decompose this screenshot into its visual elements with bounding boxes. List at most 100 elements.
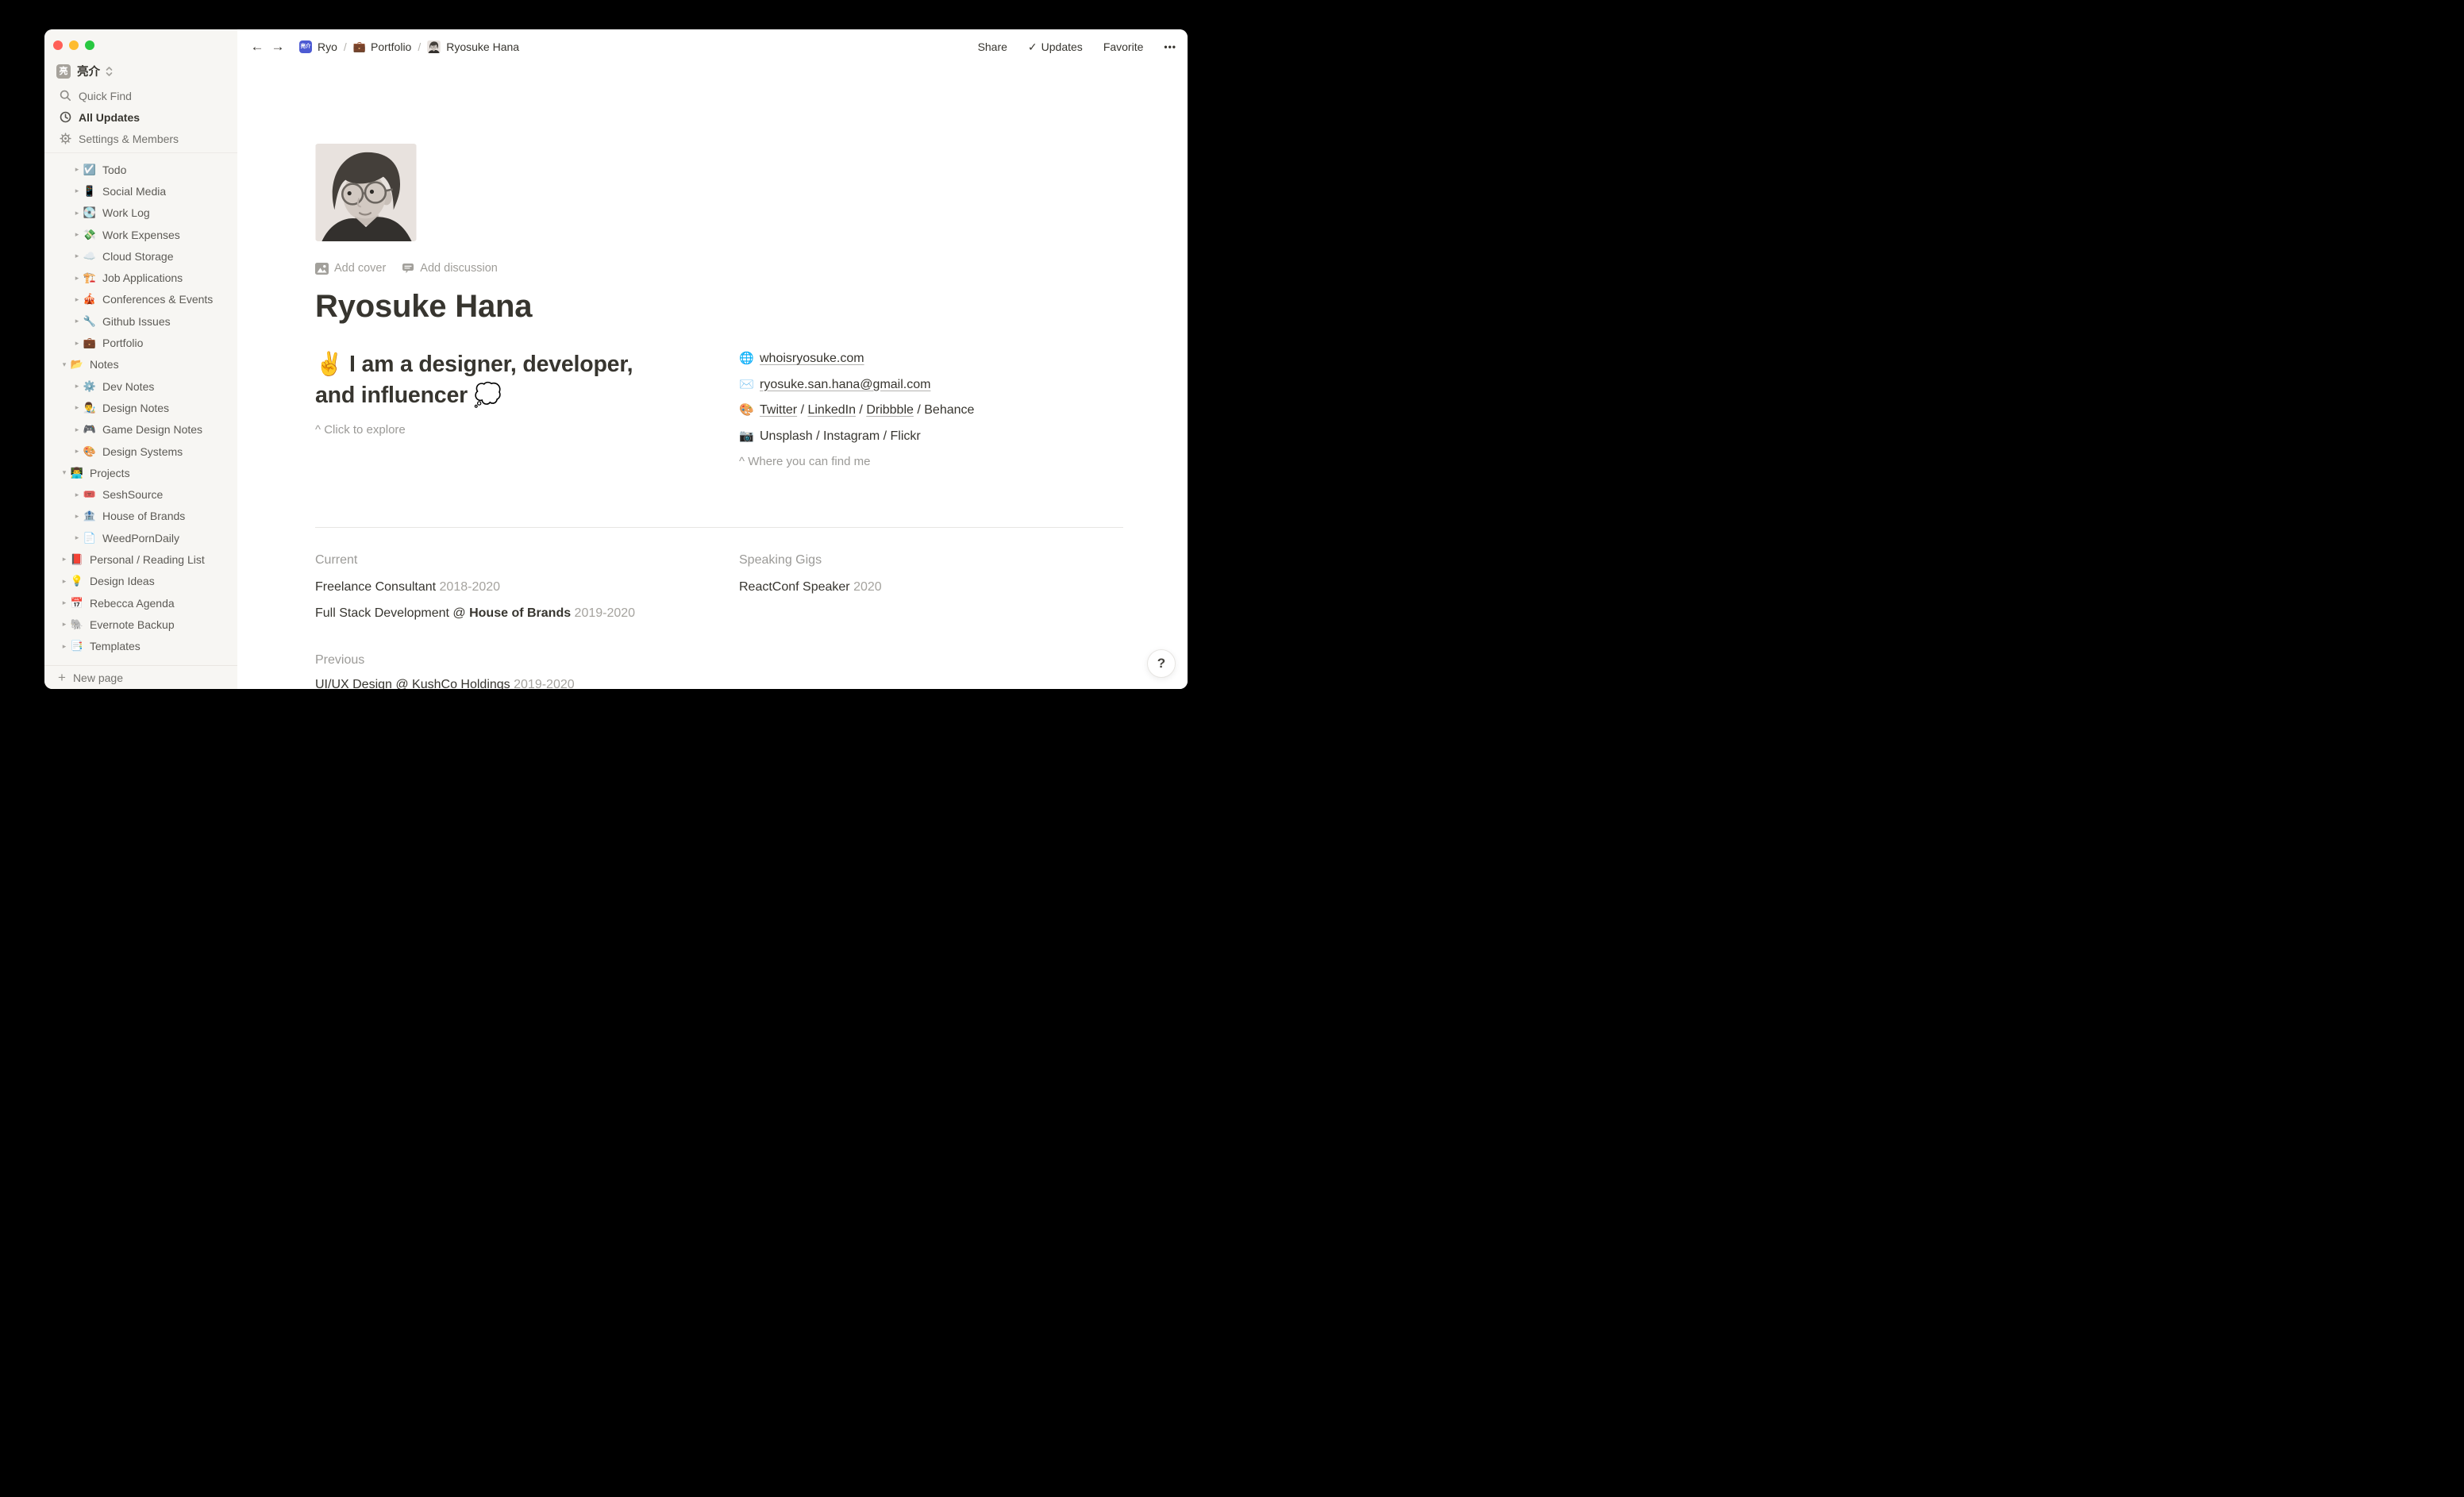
linkedin-link[interactable]: LinkedIn — [807, 404, 856, 417]
sidebar-item-notes[interactable]: ▾📂Notes — [44, 354, 237, 375]
notion-window: 亮 亮介 Quick Find — [44, 29, 1188, 689]
chevron-expanded-icon[interactable]: ▾ — [59, 468, 70, 477]
palette-icon: 🎨 — [739, 404, 760, 417]
updates-button[interactable]: ✓ Updates — [1028, 40, 1083, 54]
sidebar-item-templates[interactable]: ▸📑Templates — [44, 636, 237, 657]
chevron-collapsed-icon[interactable]: ▸ — [71, 274, 83, 283]
personal-reading-list-icon: 📕 — [70, 553, 84, 566]
more-options-button[interactable]: ••• — [1164, 41, 1176, 52]
chevron-collapsed-icon[interactable]: ▸ — [59, 577, 70, 586]
twitter-link[interactable]: Twitter — [760, 404, 797, 417]
sidebar-item-label: Projects — [90, 467, 130, 479]
chevron-collapsed-icon[interactable]: ▸ — [71, 295, 83, 304]
add-cover-button[interactable]: Add cover — [315, 262, 386, 275]
sidebar-item-label: Todo — [102, 164, 126, 176]
sidebar-item-seshsource[interactable]: ▸🎟️SeshSource — [44, 483, 237, 505]
work-item-text: UI/UX Design @ KushCo Holdings — [315, 678, 514, 690]
chevron-collapsed-icon[interactable]: ▸ — [71, 187, 83, 195]
sidebar-item-work-log[interactable]: ▸💽Work Log — [44, 202, 237, 224]
sidebar-item-game-design-notes[interactable]: ▸🎮Game Design Notes — [44, 419, 237, 441]
sidebar-item-all-updates[interactable]: All Updates — [44, 106, 237, 128]
sidebar-item-portfolio[interactable]: ▸💼Portfolio — [44, 332, 237, 353]
sidebar-item-conferences-events[interactable]: ▸🎪Conferences & Events — [44, 289, 237, 310]
chevron-collapsed-icon[interactable]: ▸ — [59, 555, 70, 564]
sidebar-item-todo[interactable]: ▸☑️Todo — [44, 159, 237, 180]
chevron-collapsed-icon[interactable]: ▸ — [71, 230, 83, 239]
chevron-collapsed-icon[interactable]: ▸ — [71, 339, 83, 348]
sidebar-item-evernote-backup[interactable]: ▸🐘Evernote Backup — [44, 614, 237, 635]
sidebar-item-github-issues[interactable]: ▸🔧Github Issues — [44, 310, 237, 332]
dribbble-link[interactable]: Dribbble — [866, 404, 914, 417]
workspace-switcher[interactable]: 亮 亮介 — [44, 50, 237, 79]
sidebar-item-label: Social Media — [102, 185, 166, 198]
portfolio-icon: 💼 — [83, 337, 97, 349]
zoom-button[interactable] — [85, 40, 94, 50]
sidebar-item-weedporndaily[interactable]: ▸📄WeedPornDaily — [44, 527, 237, 548]
chevron-collapsed-icon[interactable]: ▸ — [71, 209, 83, 217]
chevron-collapsed-icon[interactable]: ▸ — [71, 447, 83, 456]
chevron-collapsed-icon[interactable]: ▸ — [71, 491, 83, 499]
chevron-collapsed-icon[interactable]: ▸ — [59, 642, 70, 651]
back-button[interactable]: ← — [249, 39, 265, 55]
separator: / — [914, 404, 924, 417]
sidebar-item-label: Work Log — [102, 206, 150, 219]
sidebar-item-design-ideas[interactable]: ▸💡Design Ideas — [44, 571, 237, 592]
chevron-expanded-icon[interactable]: ▾ — [59, 360, 70, 369]
email-row: ✉️ ryosuke.san.hana@gmail.com — [739, 379, 1123, 391]
sidebar-item-social-media[interactable]: ▸📱Social Media — [44, 180, 237, 202]
menu-label: All Updates — [79, 111, 140, 124]
intro-columns: ✌️ I am a designer, developer, and influ… — [315, 349, 1123, 482]
sidebar-item-cloud-storage[interactable]: ▸☁️Cloud Storage — [44, 245, 237, 267]
website-link[interactable]: whoisryosuke.com — [760, 352, 864, 365]
current-section: Current Freelance Consultant 2018-2020 F… — [315, 551, 716, 622]
add-discussion-button[interactable]: Add discussion — [402, 262, 498, 275]
separator: / — [856, 404, 866, 417]
sidebar-item-house-of-brands[interactable]: ▸🏦House of Brands — [44, 506, 237, 527]
sidebar-item-projects[interactable]: ▾👨‍💻Projects — [44, 462, 237, 483]
chevron-collapsed-icon[interactable]: ▸ — [71, 403, 83, 412]
breadcrumb-workspace[interactable]: 亮介 Ryo — [296, 39, 341, 55]
breadcrumb-portfolio[interactable]: 💼 Portfolio — [350, 39, 415, 55]
breadcrumb-page[interactable]: Ryosuke Hana — [424, 39, 522, 55]
job-applications-icon: 🏗️ — [83, 271, 97, 284]
sidebar-item-design-notes[interactable]: ▸👨‍🎨Design Notes — [44, 397, 237, 418]
envelope-icon: ✉️ — [739, 379, 760, 391]
chevron-collapsed-icon[interactable]: ▸ — [71, 317, 83, 325]
briefcase-icon: 💼 — [353, 40, 366, 53]
close-button[interactable] — [53, 40, 63, 50]
chevron-collapsed-icon[interactable]: ▸ — [71, 512, 83, 521]
chevron-collapsed-icon[interactable]: ▸ — [59, 598, 70, 607]
chevron-collapsed-icon[interactable]: ▸ — [71, 425, 83, 434]
templates-icon: 📑 — [70, 640, 84, 652]
chevron-collapsed-icon[interactable]: ▸ — [71, 382, 83, 391]
sidebar-item-dev-notes[interactable]: ▸⚙️Dev Notes — [44, 375, 237, 397]
sidebar-item-label: Work Expenses — [102, 229, 180, 241]
sidebar-item-design-systems[interactable]: ▸🎨Design Systems — [44, 441, 237, 462]
sidebar-item-job-applications[interactable]: ▸🏗️Job Applications — [44, 267, 237, 288]
sidebar-item-rebecca-agenda[interactable]: ▸📅Rebecca Agenda — [44, 592, 237, 614]
minimize-button[interactable] — [69, 40, 79, 50]
email-link[interactable]: ryosuke.san.hana@gmail.com — [760, 379, 930, 391]
previous-heading: Previous — [315, 651, 1123, 670]
sidebar-item-personal-reading-list[interactable]: ▸📕Personal / Reading List — [44, 548, 237, 570]
work-item: UI/UX Design @ KushCo Holdings 2019-2020 — [315, 676, 1123, 690]
sidebar-item-quick-find[interactable]: Quick Find — [44, 85, 237, 106]
menu-label: Settings & Members — [79, 133, 179, 145]
page-icon-photo[interactable] — [315, 144, 417, 241]
page-title: Ryosuke Hana — [315, 287, 1123, 325]
forward-button[interactable]: → — [270, 39, 286, 55]
photography-row: 📷 Unsplash / Instagram / Flickr — [739, 430, 1123, 443]
sidebar-item-settings-members[interactable]: Settings & Members — [44, 128, 237, 149]
new-page-button[interactable]: + New page — [44, 665, 237, 689]
chevron-collapsed-icon[interactable]: ▸ — [71, 165, 83, 174]
chevron-collapsed-icon[interactable]: ▸ — [59, 620, 70, 629]
behance-text: Behance — [924, 404, 974, 417]
game-design-notes-icon: 🎮 — [83, 423, 97, 436]
updates-label: Updates — [1041, 40, 1083, 53]
chevron-collapsed-icon[interactable]: ▸ — [71, 533, 83, 542]
favorite-button[interactable]: Favorite — [1103, 40, 1144, 53]
chevron-collapsed-icon[interactable]: ▸ — [71, 252, 83, 260]
sidebar-item-work-expenses[interactable]: ▸💸Work Expenses — [44, 224, 237, 245]
help-button[interactable]: ? — [1147, 649, 1176, 678]
share-button[interactable]: Share — [978, 40, 1007, 53]
